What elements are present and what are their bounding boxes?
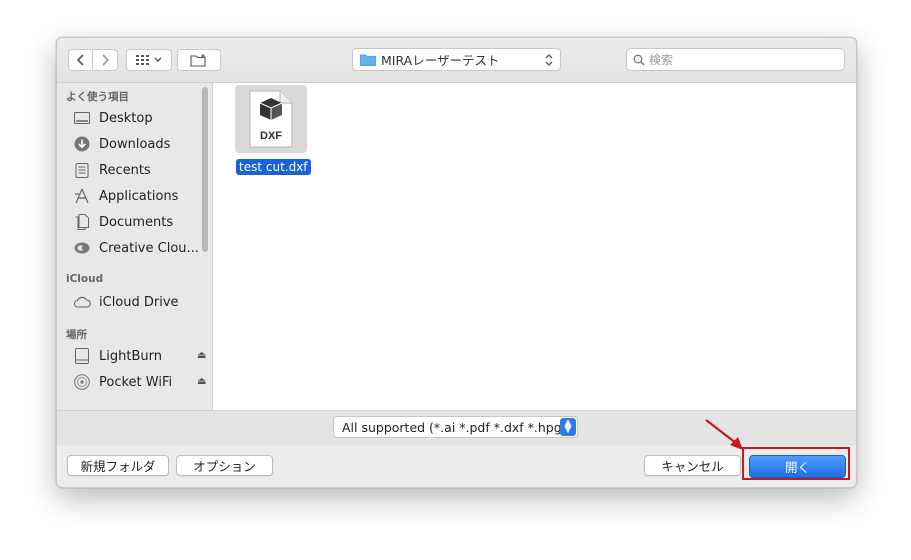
sidebar-item-label: Recents [99, 162, 151, 178]
grid-view-icon [136, 55, 149, 65]
sidebar-section-icloud: iCloud [66, 273, 104, 285]
search-icon [633, 54, 645, 65]
sidebar-item-label: Applications [99, 188, 179, 204]
file-browser: DXF test cut.dxf [213, 83, 856, 410]
options-button[interactable]: オプション [176, 455, 273, 476]
updown-chevron-icon [545, 53, 553, 66]
sidebar-item-pocket-wifi[interactable]: Pocket WiFi ⏏ [73, 371, 206, 393]
sidebar-item-label: Documents [99, 214, 174, 230]
chevron-left-icon [76, 54, 84, 66]
disc-icon [73, 374, 91, 390]
sidebar-scrollbar[interactable] [202, 87, 208, 252]
annotation-arrow-icon [705, 419, 743, 450]
drive-icon [73, 348, 91, 364]
chevron-right-icon [102, 54, 109, 66]
creative-cloud-icon [73, 240, 91, 256]
documents-icon [73, 214, 91, 230]
applications-icon [73, 188, 91, 204]
updown-chevron-icon: ▲ ▼ [560, 418, 576, 436]
sidebar-item-label: Pocket WiFi [99, 374, 173, 390]
view-mode-button[interactable] [126, 49, 172, 71]
cancel-button[interactable]: キャンセル [644, 455, 741, 476]
toolbar: MIRAレーザーテスト 検索 [57, 38, 856, 83]
back-button[interactable] [68, 49, 93, 71]
sidebar-item-downloads[interactable]: Downloads [73, 133, 203, 155]
sidebar-item-icloud-drive[interactable]: iCloud Drive [73, 291, 203, 313]
cloud-icon [73, 294, 91, 310]
sidebar: よく使う項目 Desktop Downloads Recents Applica… [57, 83, 213, 410]
recents-icon [73, 162, 91, 178]
eject-icon[interactable]: ⏏ [197, 376, 206, 387]
search-placeholder: 検索 [649, 53, 674, 67]
sidebar-item-label: Downloads [99, 136, 171, 152]
forward-button[interactable] [93, 49, 118, 71]
sidebar-section-locations: 場所 [66, 329, 87, 341]
sidebar-item-label: Creative Clou... [99, 240, 199, 256]
eject-icon[interactable]: ⏏ [197, 350, 206, 361]
chevron-down-icon [154, 57, 162, 62]
file-type-label: DXF [260, 130, 282, 142]
desktop-icon [73, 110, 91, 126]
sidebar-item-recents[interactable]: Recents [73, 159, 203, 181]
new-folder-toolbar-button[interactable] [177, 49, 221, 71]
file-type-value: All supported (*.ai *.pdf *.dxf *.hpgl..… [342, 419, 560, 435]
sidebar-section-favorites: よく使う項目 [66, 91, 129, 103]
file-type-select[interactable]: All supported (*.ai *.pdf *.dxf *.hpgl..… [333, 416, 578, 438]
sidebar-item-lightburn[interactable]: LightBurn ⏏ [73, 345, 206, 367]
sidebar-item-documents[interactable]: Documents [73, 211, 203, 233]
file-name-label[interactable]: test cut.dxf [236, 159, 311, 175]
sidebar-item-label: Desktop [99, 110, 153, 126]
dxf-file-icon[interactable]: DXF [235, 85, 307, 153]
sidebar-item-creative-cloud[interactable]: Creative Clou... [73, 237, 203, 259]
downloads-icon [73, 136, 91, 152]
sidebar-item-desktop[interactable]: Desktop [73, 107, 203, 129]
path-label: MIRAレーザーテスト [381, 53, 500, 68]
folder-add-icon [190, 53, 206, 67]
search-field[interactable]: 検索 [626, 48, 845, 71]
new-folder-button[interactable]: 新規フォルダ [67, 455, 169, 476]
annotation-highlight-box [742, 447, 850, 480]
sidebar-item-applications[interactable]: Applications [73, 185, 203, 207]
sidebar-item-label: iCloud Drive [99, 294, 179, 310]
path-popup[interactable]: MIRAレーザーテスト [352, 48, 561, 71]
sidebar-item-label: LightBurn [99, 348, 162, 364]
folder-icon [360, 54, 376, 66]
